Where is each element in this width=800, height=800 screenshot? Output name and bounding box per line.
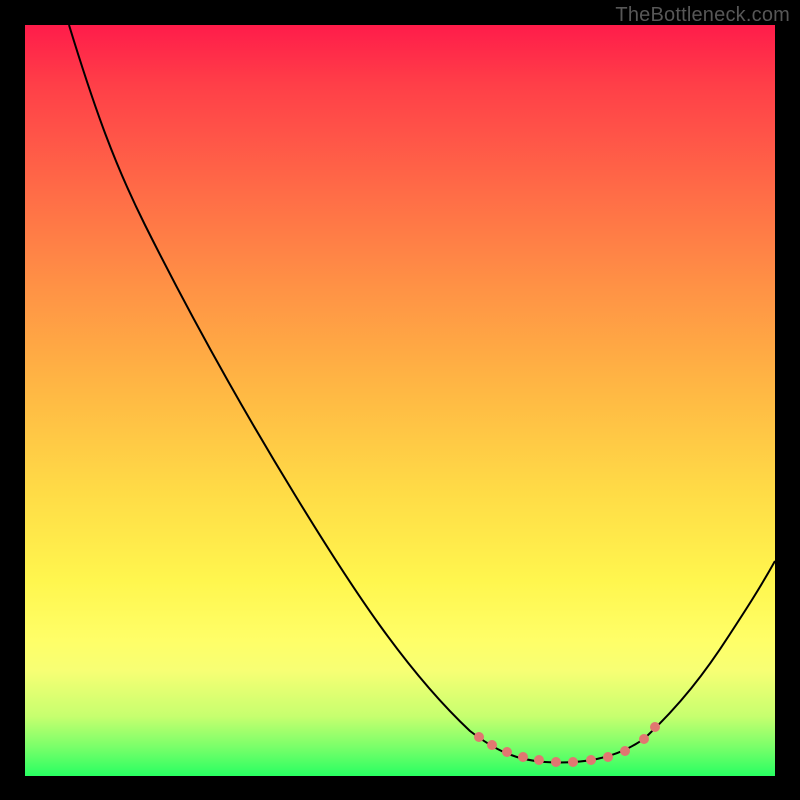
curve-line — [69, 25, 775, 762]
chart-area — [25, 25, 775, 776]
chart-svg — [25, 25, 775, 776]
data-points — [474, 722, 660, 767]
watermark-text: TheBottleneck.com — [615, 4, 790, 27]
